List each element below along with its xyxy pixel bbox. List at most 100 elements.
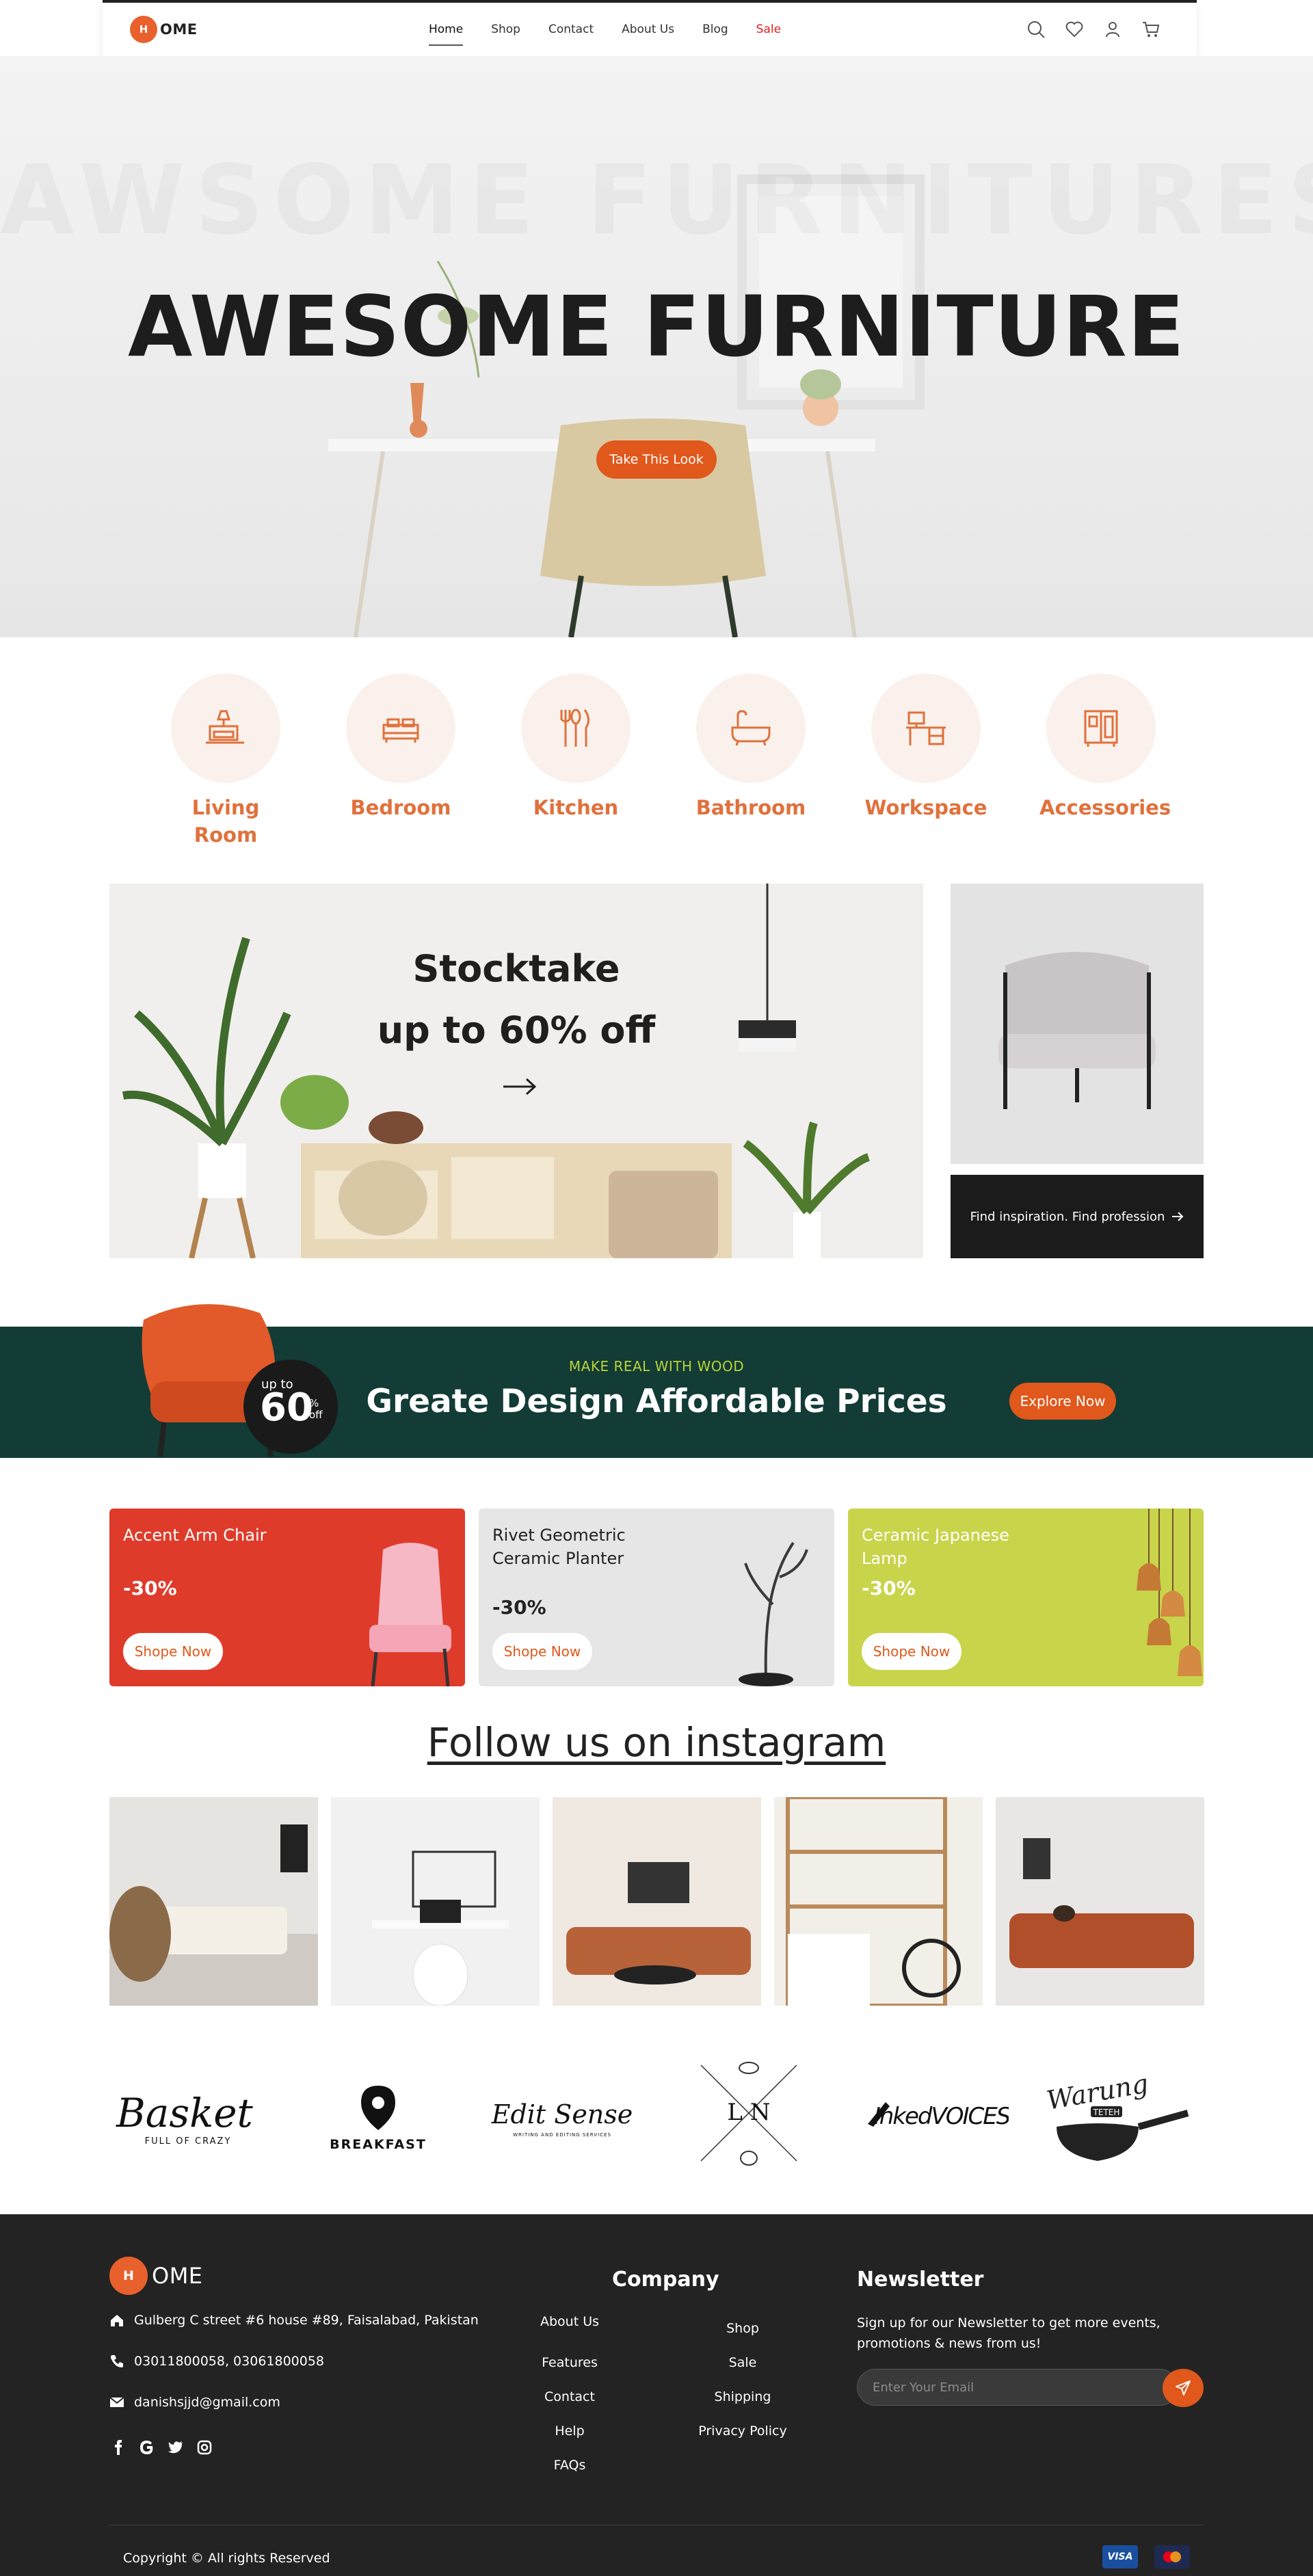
footer-address: Gulberg C street #6 house #89, Faisalaba…: [109, 2313, 479, 2328]
footer-phone: 03011800058, 03061800058: [109, 2354, 324, 2369]
brand-tagline: WRITING AND EDITING SERVICES: [513, 2132, 611, 2138]
category-label: Bedroom: [350, 796, 451, 819]
product-card-japanese-lamp[interactable]: Ceramic Japanese Lamp -30% Shope Now: [848, 1509, 1204, 1686]
find-inspiration-label: Find inspiration. Find profession: [970, 1209, 1165, 1224]
arrow-right-icon: [1172, 1212, 1184, 1221]
search-icon[interactable]: [1026, 19, 1046, 40]
planter-branch-image: [739, 1541, 808, 1686]
category-circle: [871, 674, 981, 783]
badge-percent-sign: %: [309, 1397, 319, 1409]
nav-shop[interactable]: Shop: [491, 23, 520, 36]
footer: H OME Gulberg C street #6 house #89, Fai…: [0, 2214, 1313, 2576]
logo-mark: H: [130, 16, 157, 43]
footer-link-faqs[interactable]: FAQs: [501, 2458, 638, 2473]
nav-contact[interactable]: Contact: [548, 23, 594, 36]
twitter-icon[interactable]: [167, 2439, 185, 2456]
category-bathroom[interactable]: Bathroom: [689, 674, 812, 821]
nav-icons: [1026, 3, 1161, 56]
footer-link-privacy-policy[interactable]: Privacy Policy: [674, 2424, 811, 2439]
footer-link-about-us[interactable]: About Us: [501, 2314, 638, 2329]
footer-link-shop[interactable]: Shop: [674, 2321, 811, 2336]
brand-name: BREAKFAST: [330, 2137, 427, 2152]
instagram-photo[interactable]: [331, 1797, 540, 2006]
brand-name: L N: [727, 2099, 770, 2126]
address-text: Gulberg C street #6 house #89, Faisalaba…: [134, 2313, 479, 2328]
footer-link-features[interactable]: Features: [501, 2355, 638, 2370]
newsletter-heading: Newsletter: [857, 2268, 984, 2292]
hero-title: AWESOME FURNITURE: [127, 278, 1186, 375]
shelf-photo: [774, 1797, 983, 2006]
instagram-photo[interactable]: [996, 1797, 1204, 2006]
brand-logo-ln: L N: [674, 2058, 824, 2168]
stocktake-banner[interactable]: Stocktake up to 60% off: [109, 884, 923, 1258]
category-living-room[interactable]: Living Room: [164, 674, 287, 849]
category-label: Accessories: [1039, 796, 1171, 819]
category-label: Workspace: [864, 796, 987, 819]
instagram-photo[interactable]: [774, 1797, 983, 2006]
category-circle: [696, 674, 806, 783]
nav-sale[interactable]: Sale: [756, 23, 781, 36]
footer-link-help[interactable]: Help: [501, 2424, 638, 2439]
product-discount: -30%: [492, 1596, 546, 1619]
brand-logo-basket: Basket FULL OF CRAZY: [109, 2058, 260, 2168]
category-kitchen[interactable]: Kitchen: [514, 674, 637, 821]
cart-icon[interactable]: [1141, 19, 1161, 40]
newsletter-submit-button[interactable]: [1163, 2369, 1204, 2407]
product-discount: -30%: [862, 1577, 916, 1599]
living-room-photo: [109, 1797, 318, 2006]
user-icon[interactable]: [1102, 19, 1123, 40]
workspace-photo: [331, 1797, 540, 2006]
shop-now-button[interactable]: Shope Now: [123, 1633, 223, 1670]
product-card-ceramic-planter[interactable]: Rivet Geometric Ceramic Planter -30% Sho…: [479, 1509, 834, 1686]
shop-now-button[interactable]: Shope Now: [492, 1633, 592, 1670]
category-circle: [521, 674, 631, 783]
facebook-icon[interactable]: [109, 2439, 127, 2456]
footer-link-contact[interactable]: Contact: [501, 2389, 638, 2404]
mail-icon: [109, 2397, 124, 2407]
category-list: Living Room Bedroom Kitchen Bathroom Wor…: [164, 674, 1171, 858]
footer-email: danishsjjd@gmail.com: [109, 2395, 280, 2410]
arrow-right-icon[interactable]: [501, 1076, 539, 1097]
category-label: Bathroom: [695, 796, 806, 819]
logo[interactable]: H OME: [130, 16, 198, 43]
category-accessories[interactable]: Accessories: [1039, 674, 1171, 821]
footer-logo-mark: H: [109, 2257, 148, 2295]
heart-icon[interactable]: [1064, 19, 1085, 40]
explore-now-button[interactable]: Explore Now: [1009, 1383, 1116, 1420]
nav-blog[interactable]: Blog: [702, 23, 728, 36]
pendant-lamps-image: [1137, 1509, 1202, 1676]
instagram-photo[interactable]: [109, 1797, 318, 2006]
badge-off: off: [309, 1409, 323, 1421]
category-label: Living Room: [191, 796, 260, 847]
copyright: Copyright © All rights Reserved: [123, 2551, 330, 2566]
footer-logo[interactable]: H OME: [109, 2257, 203, 2295]
footer-link-sale[interactable]: Sale: [674, 2355, 811, 2370]
mastercard-icon: [1154, 2545, 1190, 2568]
brand-logo-warung: Warung TETEH: [1043, 2058, 1193, 2168]
find-inspiration-link[interactable]: Find inspiration. Find profession: [951, 1175, 1204, 1258]
newsletter-email-input[interactable]: [857, 2369, 1178, 2406]
instagram-photo[interactable]: [553, 1797, 761, 2006]
category-circle: [346, 674, 455, 783]
category-workspace[interactable]: Workspace: [864, 674, 987, 821]
nav-home[interactable]: Home: [429, 23, 464, 46]
nav-about-us[interactable]: About Us: [622, 23, 674, 36]
product-card-accent-arm-chair[interactable]: Accent Arm Chair -30% Shope Now: [109, 1509, 465, 1686]
phone-text: 03011800058, 03061800058: [134, 2354, 325, 2369]
living-room-icon: [206, 710, 244, 744]
google-icon[interactable]: [138, 2439, 156, 2456]
instagram-icon[interactable]: [196, 2439, 213, 2456]
armchair-image[interactable]: [951, 884, 1204, 1164]
footer-link-shipping[interactable]: Shipping: [674, 2389, 811, 2404]
category-bedroom[interactable]: Bedroom: [339, 674, 462, 821]
product-name: Rivet Geometric Ceramic Planter: [492, 1526, 626, 1568]
take-this-look-button[interactable]: Take This Look: [596, 440, 717, 479]
phone-icon: [111, 2355, 123, 2367]
company-heading: Company: [612, 2268, 719, 2292]
pink-chair-image: [369, 1543, 451, 1686]
logo-text: OME: [160, 21, 198, 38]
email-text: danishsjjd@gmail.com: [134, 2395, 280, 2410]
navbar: H OME Home Shop Contact About Us Blog Sa…: [103, 3, 1197, 56]
bed-icon: [382, 718, 419, 743]
shop-now-button[interactable]: Shope Now: [862, 1633, 961, 1670]
